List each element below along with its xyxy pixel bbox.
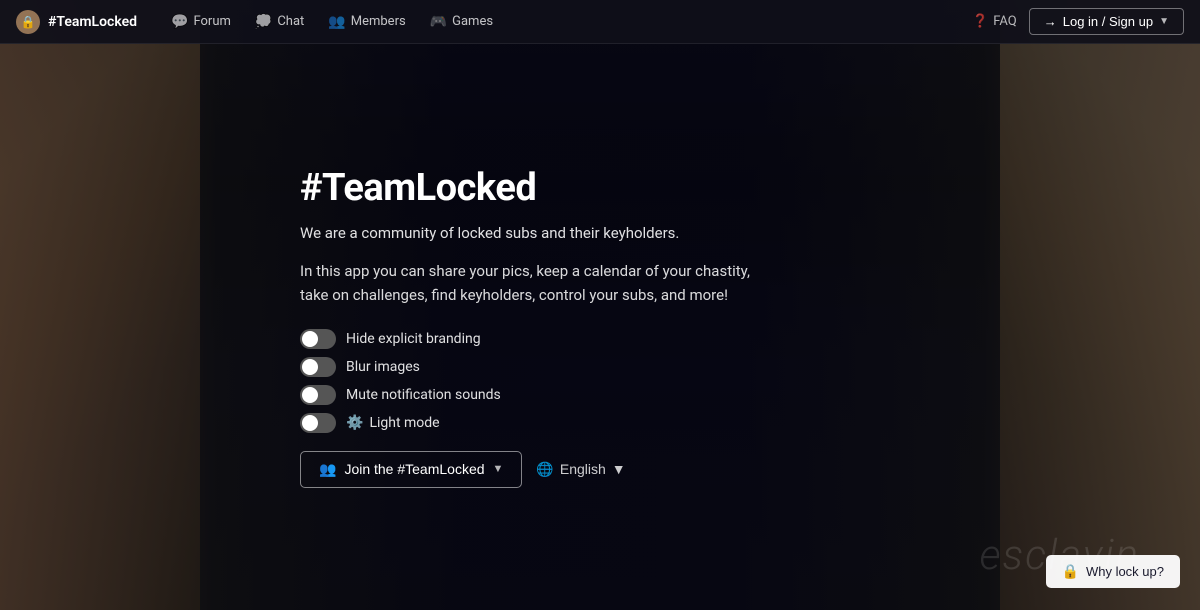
login-label: Log in / Sign up bbox=[1063, 14, 1153, 29]
toggle-blur[interactable] bbox=[300, 357, 336, 377]
lightmode-icon: ⚙️ bbox=[346, 415, 363, 431]
login-icon: → bbox=[1044, 14, 1057, 29]
toggle-row-blur: Blur images bbox=[300, 357, 780, 377]
language-flag-icon: 🌐 bbox=[536, 461, 553, 478]
hero-description: In this app you can share your pics, kee… bbox=[300, 259, 780, 307]
why-lockup-button[interactable]: 🔒 Why lock up? bbox=[1046, 555, 1180, 588]
faq-label: FAQ bbox=[993, 14, 1016, 29]
toggle-branding[interactable] bbox=[300, 329, 336, 349]
nav-link-games-label: Games bbox=[452, 14, 493, 29]
nav-link-forum[interactable]: 💬 Forum bbox=[161, 8, 241, 36]
nav-faq[interactable]: ❓ FAQ bbox=[972, 14, 1017, 29]
main-content: #TeamLocked We are a community of locked… bbox=[0, 44, 1200, 610]
nav-logo-icon: 🔒 bbox=[16, 10, 40, 34]
nav-link-forum-label: Forum bbox=[193, 14, 230, 29]
language-label: English bbox=[560, 461, 606, 477]
toggle-row-mute: Mute notification sounds bbox=[300, 385, 780, 405]
language-button[interactable]: 🌐 English ▼ bbox=[536, 461, 625, 478]
toggle-branding-label: Hide explicit branding bbox=[346, 331, 481, 347]
nav-link-games[interactable]: 🎮 Games bbox=[420, 8, 503, 36]
language-chevron-icon: ▼ bbox=[612, 461, 626, 477]
nav-brand[interactable]: 🔒 #TeamLocked bbox=[16, 10, 137, 34]
games-icon: 🎮 bbox=[430, 14, 447, 30]
toggle-row-branding: Hide explicit branding bbox=[300, 329, 780, 349]
join-icon: 👥 bbox=[319, 461, 336, 478]
join-chevron-icon: ▼ bbox=[493, 463, 504, 475]
toggle-lightmode-label: ⚙️ Light mode bbox=[346, 415, 440, 431]
toggle-blur-label: Blur images bbox=[346, 359, 420, 375]
buttons-row: 👥 Join the #TeamLocked ▼ 🌐 English ▼ bbox=[300, 451, 780, 488]
login-chevron-icon: ▼ bbox=[1159, 16, 1169, 27]
nav-link-members[interactable]: 👥 Members bbox=[318, 8, 415, 36]
chat-icon: 💭 bbox=[255, 14, 272, 30]
members-icon: 👥 bbox=[328, 14, 345, 30]
why-lock-icon: 🔒 bbox=[1062, 563, 1079, 580]
toggle-mute[interactable] bbox=[300, 385, 336, 405]
hero-title: #TeamLocked bbox=[300, 166, 780, 210]
nav-link-chat-label: Chat bbox=[277, 14, 304, 29]
nav-brand-name: #TeamLocked bbox=[48, 14, 137, 30]
login-button[interactable]: → Log in / Sign up ▼ bbox=[1029, 8, 1184, 35]
toggle-mute-label: Mute notification sounds bbox=[346, 387, 501, 403]
nav-right: ❓ FAQ → Log in / Sign up ▼ bbox=[972, 8, 1184, 35]
nav-link-members-label: Members bbox=[351, 14, 406, 29]
nav-link-chat[interactable]: 💭 Chat bbox=[245, 8, 314, 36]
join-label: Join the #TeamLocked bbox=[344, 461, 484, 477]
hero-panel: #TeamLocked We are a community of locked… bbox=[300, 166, 780, 488]
why-lockup-label: Why lock up? bbox=[1086, 564, 1164, 579]
forum-icon: 💬 bbox=[171, 14, 188, 30]
toggle-lightmode[interactable] bbox=[300, 413, 336, 433]
nav-links: 💬 Forum 💭 Chat 👥 Members 🎮 Games bbox=[161, 8, 972, 36]
faq-icon: ❓ bbox=[972, 14, 988, 29]
hero-subtitle: We are a community of locked subs and th… bbox=[300, 222, 780, 245]
toggle-row-lightmode: ⚙️ Light mode bbox=[300, 413, 780, 433]
navbar: 🔒 #TeamLocked 💬 Forum 💭 Chat 👥 Members 🎮… bbox=[0, 0, 1200, 44]
join-button[interactable]: 👥 Join the #TeamLocked ▼ bbox=[300, 451, 522, 488]
